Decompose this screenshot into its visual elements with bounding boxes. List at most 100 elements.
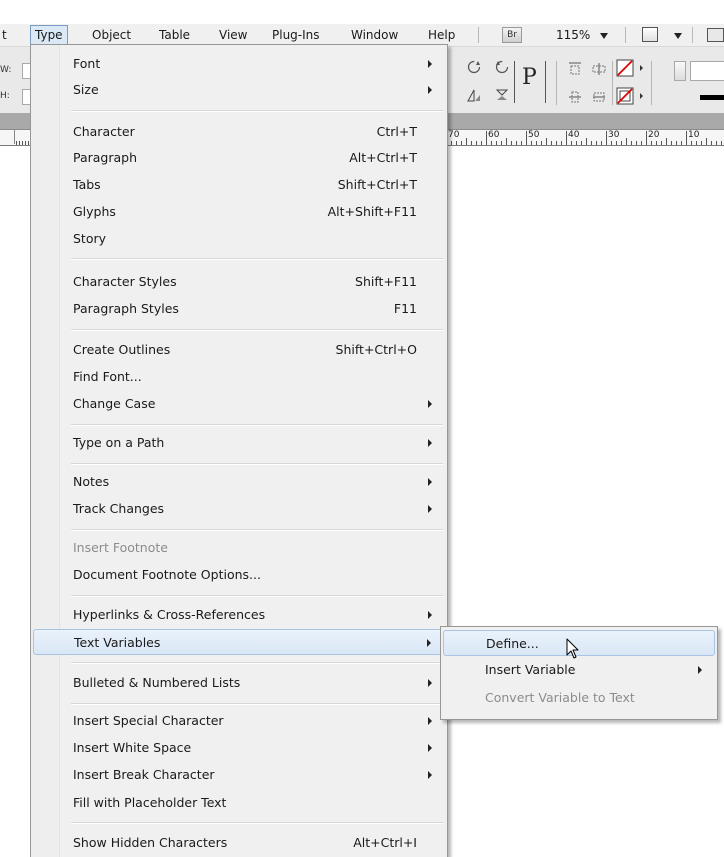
ruler-tick [616,141,617,145]
menu-item-insert-white-space[interactable]: Insert White Space [33,735,445,761]
ruler-tick [641,141,642,145]
rotate-counterclockwise-icon[interactable] [494,59,510,75]
menu-item-shortcut: Shift+Ctrl+T [337,177,417,192]
ruler-tick [536,141,537,145]
menu-item-insert-special-character[interactable]: Insert Special Character [33,708,445,734]
menu-separator [71,329,443,331]
ruler-tick [521,141,522,145]
ruler-tick [556,141,557,145]
menu-item-find-font[interactable]: Find Font... [33,364,445,390]
rotate-clockwise-icon[interactable] [466,59,482,75]
ruler-tick-label: 40 [568,130,580,140]
menu-item-notes[interactable]: Notes [33,469,445,495]
bridge-button[interactable]: Br [502,27,522,43]
stroke-style-preview[interactable] [700,95,724,100]
menu-item-character[interactable]: Character Ctrl+T [33,119,445,145]
menu-separator [71,703,443,705]
menu-object[interactable]: Object [92,27,131,43]
menu-type[interactable]: Type [30,25,68,45]
menu-item-label: Document Footnote Options... [73,567,261,582]
menu-view[interactable]: View [219,27,247,43]
submenu-arrow-icon [428,505,432,513]
distribute-vertical-icon[interactable] [566,89,584,105]
menu-item-paragraph-styles[interactable]: Paragraph Styles F11 [33,296,445,322]
flip-horizontal-icon[interactable] [466,87,482,103]
menu-help[interactable]: Help [428,27,455,43]
menu-item-label: Text Variables [74,635,161,650]
menu-item-label: Insert Footnote [73,540,168,555]
ruler-tick [496,141,497,145]
align-center-icon[interactable] [590,61,608,77]
flip-vertical-icon[interactable] [494,87,510,103]
menu-separator [71,529,443,531]
ruler-tick [491,141,492,145]
menu-item-bulleted-and-numbered-lists[interactable]: Bulleted & Numbered Lists [33,670,445,696]
menu-item-insert-variable[interactable]: Insert Variable [443,657,715,683]
ruler-tick [631,141,632,145]
menu-item-font[interactable]: Font [33,51,445,77]
menu-item-shortcut: Shift+F11 [355,274,417,289]
ruler-tick-label: 50 [528,130,540,140]
submenu-arrow-icon [428,439,432,447]
ruler-tick-label: 20 [648,130,660,140]
menu-item-label: Define... [486,636,539,651]
fill-swatch-none-icon[interactable] [616,59,634,77]
screen-mode-icon[interactable] [642,27,658,42]
ruler-tick [19,141,20,145]
paragraph-glyph: P [522,65,537,90]
menu-plug-ins[interactable]: Plug-Ins [272,27,320,43]
ruler-tick [656,141,657,145]
submenu-arrow-icon [428,400,432,408]
menu-item-label: Story [73,231,107,246]
ruler-tick [671,141,672,145]
menu-item-label: Character [73,124,135,139]
menu-item-show-hidden-characters[interactable]: Show Hidden Characters Alt+Ctrl+I [33,830,445,856]
menu-item-insert-break-character[interactable]: Insert Break Character [33,762,445,788]
menu-item-track-changes[interactable]: Track Changes [33,496,445,522]
stroke-weight-stepper[interactable] [674,61,686,81]
menu-t[interactable]: t [2,27,7,43]
ruler-tick [546,138,547,145]
submenu-arrow-icon [428,86,432,94]
menu-item-glyphs[interactable]: Glyphs Alt+Shift+F11 [33,199,445,225]
menu-item-change-case[interactable]: Change Case [33,391,445,417]
menu-item-convert-variable-to-text: Convert Variable to Text [443,685,715,711]
ruler-tick [606,131,607,145]
menu-table[interactable]: Table [159,27,190,43]
ruler-tick [451,141,452,145]
fill-swatch-dropdown-icon[interactable] [640,65,643,71]
arrange-documents-icon[interactable] [707,28,724,42]
chevron-down-icon[interactable] [600,33,608,39]
ruler-tick [28,141,29,145]
chevron-down-icon[interactable] [674,33,682,39]
menu-item-text-variables[interactable]: Text Variables [33,629,445,655]
height-label: H: [0,91,10,101]
submenu-arrow-icon [428,611,432,619]
ruler-tick [471,141,472,145]
menu-item-paragraph[interactable]: Paragraph Alt+Ctrl+T [33,145,445,171]
menu-item-shortcut: Shift+Ctrl+O [335,342,417,357]
stroke-weight-field[interactable] [690,61,724,81]
menu-separator [71,662,443,664]
menu-window[interactable]: Window [351,27,398,43]
distribute-horizontal-icon[interactable] [590,89,608,105]
menu-item-story[interactable]: Story [33,226,445,252]
zoom-level[interactable]: 115% [556,27,590,43]
stroke-swatch-dropdown-icon[interactable] [640,93,643,99]
ruler-tick [626,138,627,145]
menu-item-hyperlinks-and-cross-references[interactable]: Hyperlinks & Cross-References [33,602,445,628]
menu-item-tabs[interactable]: Tabs Shift+Ctrl+T [33,172,445,198]
menu-item-label: Convert Variable to Text [485,690,635,705]
menu-item-create-outlines[interactable]: Create Outlines Shift+Ctrl+O [33,337,445,363]
menu-separator [71,110,443,112]
stroke-swatch-none-icon[interactable] [616,87,634,105]
menu-item-character-styles[interactable]: Character Styles Shift+F11 [33,269,445,295]
menu-item-fill-with-placeholder-text[interactable]: Fill with Placeholder Text [33,790,445,816]
menu-item-document-footnote-options[interactable]: Document Footnote Options... [33,562,445,588]
menu-item-type-on-a-path[interactable]: Type on a Path [33,430,445,456]
ruler-tick [516,141,517,145]
menu-item-label: Size [73,82,99,97]
menu-item-size[interactable]: Size [33,77,445,103]
align-top-icon[interactable] [566,61,584,77]
ruler-origin-icon[interactable] [0,130,15,144]
